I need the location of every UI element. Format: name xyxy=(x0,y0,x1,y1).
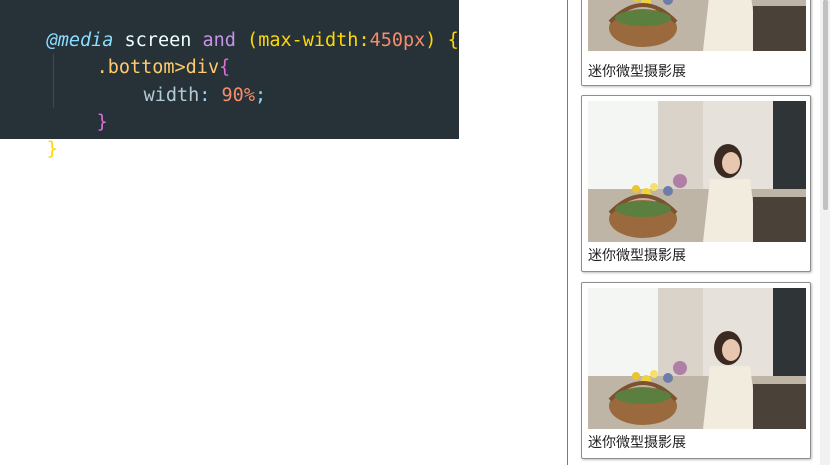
card-caption: 迷你微型摄影展 xyxy=(588,64,686,80)
property-token: width xyxy=(143,85,200,106)
brace-token: { xyxy=(436,30,459,51)
value-token: 450px xyxy=(369,30,426,51)
brace-token: } xyxy=(96,112,108,133)
photo-card[interactable]: 迷你微型摄影展 xyxy=(581,282,811,459)
feature-token: max-width xyxy=(258,30,359,51)
code-line-2: .bottom>div{ xyxy=(52,27,231,78)
code-editor-snippet: @media screen and (max-width:450px) { .b… xyxy=(0,0,459,160)
colon-token: : xyxy=(199,85,222,106)
code-line-4: } xyxy=(52,82,108,133)
woman-flower-basket-photo-icon xyxy=(588,288,806,429)
colon-token: : xyxy=(358,30,370,51)
card-photo-image xyxy=(588,101,806,242)
card-photo-image xyxy=(588,0,806,51)
code-line-1: @media screen and (max-width:450px) { xyxy=(2,0,459,51)
woman-flower-basket-photo-icon xyxy=(588,0,806,51)
photo-card[interactable]: 迷你微型摄影展 xyxy=(581,0,811,86)
semicolon-token: ; xyxy=(254,85,267,106)
preview-divider xyxy=(567,0,568,465)
code-line-5: } xyxy=(2,109,58,160)
brace-token: } xyxy=(46,139,58,160)
scrollbar-thumb[interactable] xyxy=(823,0,828,210)
paren-token: ( xyxy=(235,30,259,51)
photo-card[interactable]: 迷你微型摄影展 xyxy=(581,95,811,272)
value-token: 90% xyxy=(221,85,255,106)
card-photo-image xyxy=(588,288,806,429)
woman-flower-basket-photo-icon xyxy=(588,101,806,242)
paren-token: ) xyxy=(425,30,437,51)
card-caption: 迷你微型摄影展 xyxy=(588,248,686,264)
code-line-3: width: 90%; xyxy=(99,55,267,106)
card-caption: 迷你微型摄影展 xyxy=(588,435,686,451)
